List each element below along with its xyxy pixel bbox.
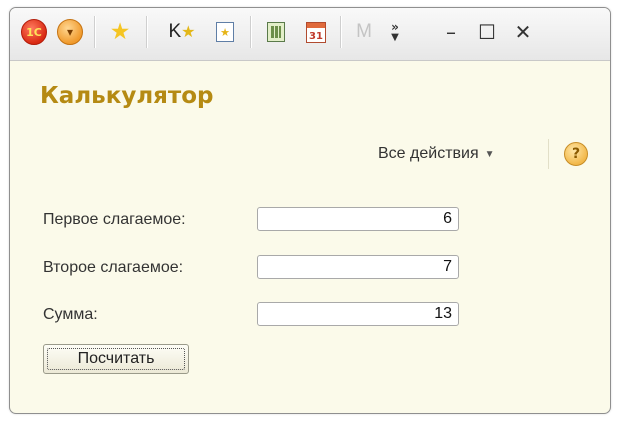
help-button[interactable]: ? [564,142,588,166]
toolbar-separator [250,16,252,48]
minimize-icon: – [446,20,456,44]
sum-label: Сумма: [43,306,98,323]
sum-input[interactable] [257,302,459,326]
form-content: Калькулятор Все действия ▼ ? Первое слаг… [10,61,610,413]
minimize-button[interactable]: – [434,16,468,48]
m-letter: M [356,21,372,42]
main-menu-icon: ▾ [57,19,83,45]
bookmarks-button[interactable]: K ★ [160,16,204,48]
calculator-button[interactable] [260,16,292,48]
form-title: Калькулятор [40,83,214,109]
close-button[interactable]: ✕ [506,16,540,48]
calculator-window: 1C ▾ ★ K ★ ★ 31 M » ▼ – ☐ ✕ Калькулятор … [9,7,611,414]
calculate-button[interactable]: Посчитать [43,344,189,374]
title-bar: 1C ▾ ★ K ★ ★ 31 M » ▼ – ☐ ✕ [10,8,610,61]
second-addend-label: Второе слагаемое: [43,259,184,276]
toolbar-separator [340,16,342,48]
calculator-icon [267,22,285,42]
second-addend-input[interactable] [257,255,459,279]
favorite-button[interactable]: ★ [102,16,138,48]
calendar-icon: 31 [306,21,326,43]
history-button[interactable]: ★ [210,16,240,48]
bookmarks-icon: ★ [181,22,196,41]
close-icon: ✕ [514,20,532,44]
all-actions-label: Все действия [378,145,479,162]
main-menu-button[interactable]: ▾ [54,16,86,48]
more-arrow-icon: ▼ [391,31,399,43]
1c-logo-button[interactable]: 1C [18,16,50,48]
history-icon: ★ [216,22,234,42]
calendar-button[interactable]: 31 [300,16,332,48]
chevron-down-icon: ▼ [484,148,495,160]
toolbar-separator [146,16,148,48]
toolbar-separator [94,16,96,48]
all-actions-menu[interactable]: Все действия ▼ [378,145,495,163]
maximize-icon: ☐ [478,20,496,44]
bookmarks-letter: K [168,21,182,42]
first-addend-label: Первое слагаемое: [43,211,186,228]
favorite-star-icon: ★ [109,18,131,45]
more-button[interactable]: » ▼ [382,16,408,48]
command-bar-separator [548,139,549,169]
first-addend-input[interactable] [257,207,459,231]
calculate-button-label: Посчитать [47,348,185,370]
m-button[interactable]: M [348,16,380,48]
1c-logo-icon: 1C [21,19,47,45]
maximize-button[interactable]: ☐ [470,16,504,48]
